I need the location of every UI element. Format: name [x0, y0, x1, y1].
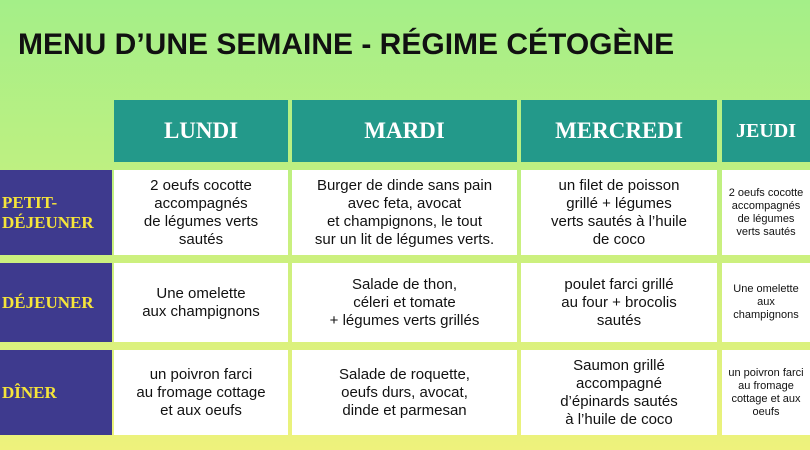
meal-cell: Une omelette aux champignons: [114, 263, 288, 342]
meal-label-dejeuner: DÉJEUNER: [0, 263, 112, 342]
meal-cell: Salade de thon, céleri et tomate + légum…: [292, 263, 517, 342]
meal-cell: Burger de dinde sans pain avec feta, avo…: [292, 170, 517, 255]
meal-cell: Une omelette aux champignons: [722, 263, 810, 342]
page-title: MENU D’UNE SEMAINE - RÉGIME CÉTOGÈNE: [18, 28, 675, 61]
meal-cell: 2 oeufs cocotte accompagnés de légumes v…: [114, 170, 288, 255]
meal-cell: un poivron farci au fromage cottage et a…: [722, 350, 810, 435]
meal-cell: poulet farci grillé au four + brocolis s…: [521, 263, 717, 342]
meal-cell: un poivron farci au fromage cottage et a…: [114, 350, 288, 435]
meal-label-petit-dejeuner: PETIT- DÉJEUNER: [0, 170, 112, 255]
day-header-jeudi: JEUDI: [722, 100, 810, 162]
meal-cell: 2 oeufs cocotte accompagnés de légumes v…: [722, 170, 810, 255]
day-header-mercredi: MERCREDI: [521, 100, 717, 162]
meal-cell: un filet de poisson grillé + légumes ver…: [521, 170, 717, 255]
meal-cell: Saumon grillé accompagné d’épinards saut…: [521, 350, 717, 435]
day-header-mardi: MARDI: [292, 100, 517, 162]
meal-cell: Salade de roquette, oeufs durs, avocat, …: [292, 350, 517, 435]
day-header-lundi: LUNDI: [114, 100, 288, 162]
meal-label-diner: DÎNER: [0, 350, 112, 435]
